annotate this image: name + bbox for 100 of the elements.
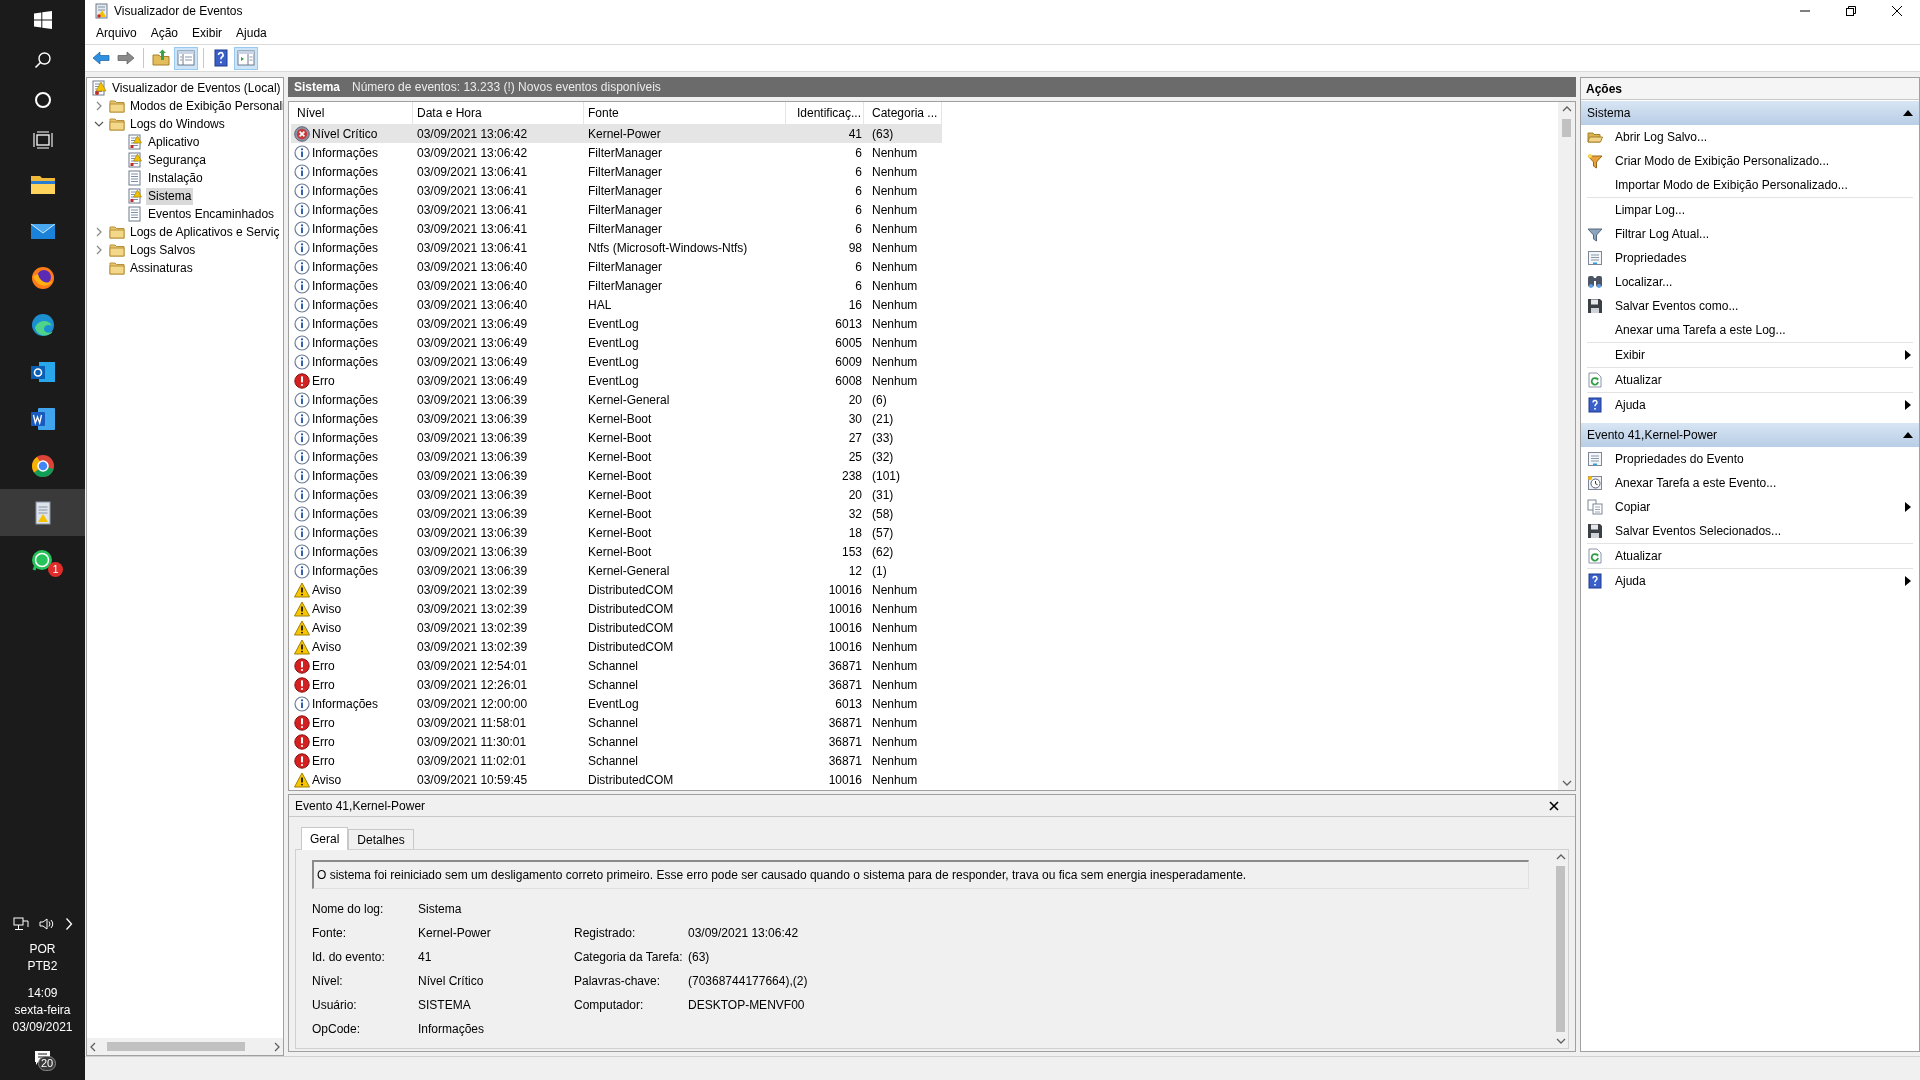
table-cell-text: Informações — [312, 391, 379, 409]
table-cell-text: 6009 — [835, 353, 862, 371]
table-row[interactable]: Erro 03/09/2021 12:26:01 Schannel 36871 Nenhum — [291, 675, 942, 694]
table-cell-text: 36871 — [828, 714, 862, 732]
action-item[interactable]: Propriedades — [1581, 246, 1919, 270]
table-row[interactable]: Informações 03/09/2021 13:06:49 EventLog 6009 Nenhum — [291, 352, 942, 371]
action-item[interactable]: Copiar — [1581, 495, 1919, 519]
scrollbar-thumb[interactable] — [1562, 119, 1571, 137]
clock[interactable]: 14:09 sexta-feira 03/09/2021 — [0, 985, 85, 1036]
table-row[interactable]: Erro 03/09/2021 11:58:01 Schannel 36871 Nenhum — [291, 713, 942, 732]
table-row[interactable]: Informações 03/09/2021 13:06:39 Kernel-Boot 27 (33) — [291, 428, 942, 447]
action-item[interactable]: Atualizar — [1581, 368, 1919, 392]
table-row[interactable]: Informações 03/09/2021 13:06:49 EventLog 6005 Nenhum — [291, 333, 942, 352]
table-row[interactable]: Informações 03/09/2021 13:06:39 Kernel-Boot 30 (21) — [291, 409, 942, 428]
table-row[interactable]: Aviso 03/09/2021 10:59:45 DistributedCOM 10016 Nenhum — [291, 770, 942, 789]
properties-icon — [1587, 250, 1603, 266]
action-item[interactable]: Ajuda — [1581, 393, 1919, 417]
tree-item[interactable]: Logs do Windows — [128, 115, 227, 133]
section-header[interactable]: Evento 41,Kernel-Power — [1581, 423, 1919, 447]
table-cell-text: 03/09/2021 13:06:39 — [417, 448, 528, 466]
tree-item[interactable]: Assinaturas — [128, 259, 195, 277]
table-row[interactable]: Informações 03/09/2021 13:06:41 Ntfs (Microsoft-Windows-Ntfs) 98 Nenhum — [291, 238, 942, 257]
table-cell-text: Informações — [312, 410, 379, 428]
action-item[interactable]: Propriedades do Evento — [1581, 447, 1919, 471]
table-row[interactable]: Informações 03/09/2021 13:06:42 FilterManager 6 Nenhum — [291, 143, 942, 162]
tree-item[interactable]: Logs Salvos — [128, 241, 198, 259]
tab[interactable]: Geral — [301, 827, 349, 850]
action-item[interactable]: Localizar... — [1581, 270, 1919, 294]
action-item[interactable]: Limpar Log... — [1581, 198, 1919, 222]
menu-item[interactable]: Ajuda — [229, 22, 274, 44]
table-row[interactable]: Nível Crítico 03/09/2021 13:06:42 Kernel-Power 41 (63) — [291, 124, 942, 143]
table-row[interactable]: Aviso 03/09/2021 13:02:39 DistributedCOM 10016 Nenhum — [291, 599, 942, 618]
chevron-right-icon[interactable] — [64, 917, 73, 931]
action-item[interactable]: Anexar uma Tarefa a este Log... — [1581, 318, 1919, 342]
table-row[interactable]: Aviso 03/09/2021 13:02:39 DistributedCOM 10016 Nenhum — [291, 580, 942, 599]
tree-item[interactable]: Logs de Aplicativos e Serviç — [128, 223, 282, 241]
table-row[interactable]: Aviso 03/09/2021 13:02:39 DistributedCOM 10016 Nenhum — [291, 637, 942, 656]
task-view-icon[interactable] — [32, 131, 53, 149]
table-cell-text: (21) — [872, 410, 894, 428]
close-button[interactable] — [1547, 798, 1561, 813]
table-row[interactable]: Informações 03/09/2021 13:06:39 Kernel-Boot 238 (101) — [291, 466, 942, 485]
action-item[interactable]: Anexar Tarefa a este Evento... — [1581, 471, 1919, 495]
action-item[interactable]: Abrir Log Salvo... — [1581, 125, 1919, 149]
menu-item[interactable]: Exibir — [185, 22, 230, 44]
table-row[interactable]: Informações 03/09/2021 13:06:41 FilterManager 6 Nenhum — [291, 162, 942, 181]
volume-icon[interactable] — [38, 917, 55, 931]
tree-item[interactable]: Aplicativo — [146, 133, 202, 151]
network-icon[interactable] — [12, 917, 29, 931]
circle-icon[interactable] — [33, 91, 52, 109]
table-row[interactable]: Informações 03/09/2021 13:06:49 EventLog 6013 Nenhum — [291, 314, 942, 333]
tree-item[interactable]: Eventos Encaminhados — [146, 205, 277, 223]
tree-item[interactable]: Visualizador de Eventos (Local) — [110, 79, 283, 97]
table-row[interactable]: Informações 03/09/2021 13:06:41 FilterManager 6 Nenhum — [291, 219, 942, 238]
tree-item[interactable]: Modos de Exibição Personali — [128, 97, 283, 115]
table-row[interactable]: Informações 03/09/2021 13:06:41 FilterManager 6 Nenhum — [291, 181, 942, 200]
table-row[interactable]: Informações 03/09/2021 13:06:39 Kernel-General 12 (1) — [291, 561, 942, 580]
taskbar-app[interactable]: 1 — [0, 536, 85, 583]
table-row[interactable]: Informações 03/09/2021 13:06:41 FilterManager 6 Nenhum — [291, 200, 942, 219]
table-row[interactable]: Informações 03/09/2021 13:06:39 Kernel-Boot 25 (32) — [291, 447, 942, 466]
table-row[interactable]: Informações 03/09/2021 13:06:39 Kernel-Boot 32 (58) — [291, 504, 942, 523]
action-item[interactable]: Salvar Eventos Selecionados... — [1581, 519, 1919, 543]
action-item[interactable]: Ajuda — [1581, 569, 1919, 593]
menu-item[interactable]: Ação — [143, 22, 186, 44]
table-cell-text: Nenhum — [872, 733, 918, 751]
action-item[interactable]: Criar Modo de Exibição Personalizado... — [1581, 149, 1919, 173]
tree-item[interactable]: Sistema — [146, 187, 194, 205]
tree-item[interactable]: Instalação — [146, 169, 205, 187]
table-cell-text: Nenhum — [872, 372, 918, 390]
input-language-button[interactable]: POR PTB2 — [0, 941, 85, 975]
table-cell-text: 03/09/2021 11:02:01 — [417, 752, 527, 770]
action-item[interactable]: Filtrar Log Atual... — [1581, 222, 1919, 246]
table-row[interactable]: Informações 03/09/2021 13:06:39 Kernel-Boot 20 (31) — [291, 485, 942, 504]
table-cell-text: Nível Crítico — [312, 125, 378, 143]
menu-item[interactable]: Arquivo — [89, 22, 144, 44]
tab[interactable]: Detalhes — [348, 829, 414, 849]
table-row[interactable]: Erro 03/09/2021 13:06:49 EventLog 6008 Nenhum — [291, 371, 942, 390]
scrollbar-thumb[interactable] — [1556, 866, 1565, 1032]
table-row[interactable]: Aviso 03/09/2021 13:02:39 DistributedCOM 10016 Nenhum — [291, 618, 942, 637]
table-row[interactable]: Informações 03/09/2021 13:06:40 FilterManager 6 Nenhum — [291, 257, 942, 276]
table-row[interactable]: Erro 03/09/2021 11:30:01 Schannel 36871 Nenhum — [291, 732, 942, 751]
table-row[interactable]: Informações 03/09/2021 13:06:39 Kernel-Boot 153 (62) — [291, 542, 942, 561]
action-item[interactable]: Salvar Eventos como... — [1581, 294, 1919, 318]
table-cell-text: Informações — [312, 296, 379, 314]
search-icon[interactable] — [33, 51, 52, 69]
table-row[interactable]: Informações 03/09/2021 12:00:00 EventLog 6013 Nenhum — [291, 694, 942, 713]
windows-logo-icon[interactable] — [33, 11, 52, 29]
action-item[interactable]: Importar Modo de Exibição Personalizado... — [1581, 173, 1919, 197]
action-item[interactable]: Atualizar — [1581, 544, 1919, 568]
scrollbar-thumb[interactable] — [107, 1042, 245, 1051]
table-row[interactable]: Erro 03/09/2021 12:54:01 Schannel 36871 Nenhum — [291, 656, 942, 675]
section-header[interactable]: Sistema — [1581, 101, 1919, 125]
tree-item[interactable]: Segurança — [146, 151, 209, 169]
table-row[interactable]: Erro 03/09/2021 11:02:01 Schannel 36871 Nenhum — [291, 751, 942, 770]
table-row[interactable]: Informações 03/09/2021 13:06:40 FilterManager 6 Nenhum — [291, 276, 942, 295]
table-row[interactable]: Informações 03/09/2021 13:06:39 Kernel-General 20 (6) — [291, 390, 942, 409]
action-item[interactable]: Exibir — [1581, 343, 1919, 367]
table-cell-text: 03/09/2021 13:06:49 — [417, 315, 528, 333]
taskbar-app[interactable] — [0, 489, 85, 536]
table-row[interactable]: Informações 03/09/2021 13:06:40 HAL 16 Nenhum — [291, 295, 942, 314]
table-row[interactable]: Informações 03/09/2021 13:06:39 Kernel-Boot 18 (57) — [291, 523, 942, 542]
